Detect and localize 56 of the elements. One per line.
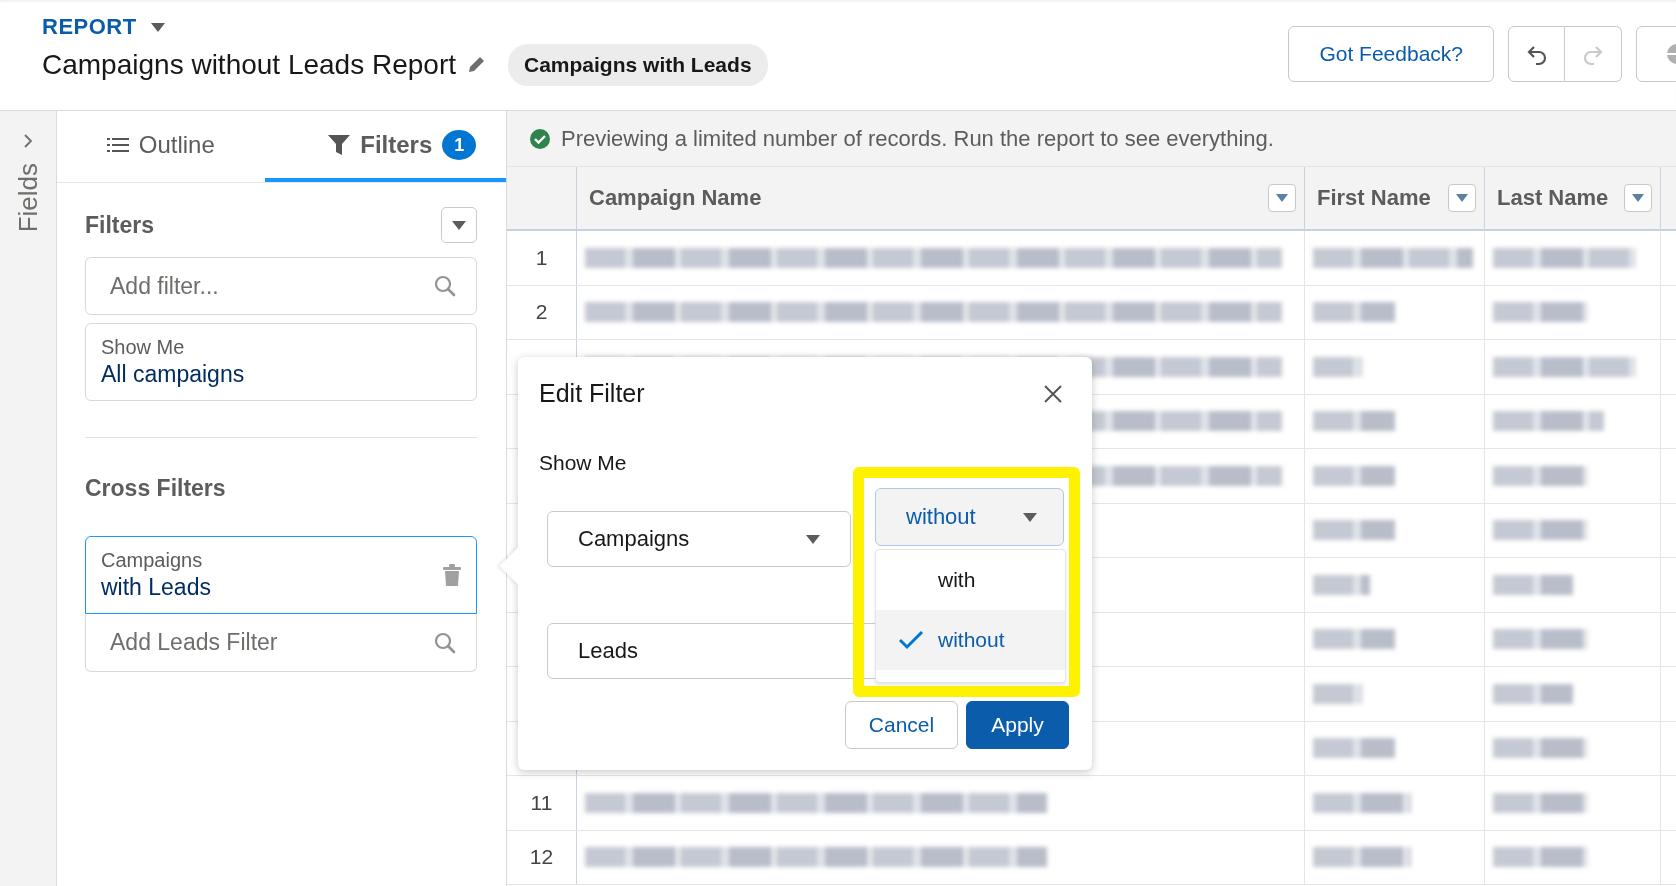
caret-icon xyxy=(1632,194,1644,202)
section-heading: Filters xyxy=(85,211,155,239)
checkmark-icon xyxy=(898,630,924,650)
caret-icon xyxy=(1456,194,1468,202)
success-check-icon xyxy=(529,127,551,150)
filter-value: with Leads xyxy=(101,574,211,601)
cross-filter-card[interactable]: Campaigns with Leads xyxy=(85,536,477,614)
column-header: First Name xyxy=(1317,185,1431,211)
funnel-icon xyxy=(328,133,351,156)
feedback-button[interactable]: Got Feedback? xyxy=(1288,26,1494,82)
cancel-button[interactable]: Cancel xyxy=(845,701,958,749)
caret-icon xyxy=(1276,194,1288,202)
filter-label: Campaigns xyxy=(101,549,204,572)
relation-select[interactable]: without xyxy=(875,488,1064,546)
search-field[interactable]: Add Leads Filter xyxy=(85,614,477,672)
report-title: Campaigns without Leads Report xyxy=(42,49,456,81)
column-menu-button[interactable] xyxy=(1268,184,1296,212)
close-icon xyxy=(1044,384,1062,403)
field-label: Show Me xyxy=(539,451,627,475)
list-icon xyxy=(106,136,129,153)
filter-label: Show Me xyxy=(101,336,186,359)
column-header: Campaign Name xyxy=(589,185,762,211)
column-header: Last Name xyxy=(1497,185,1609,211)
filter-card[interactable]: Show Me All campaigns xyxy=(85,323,477,401)
filters-menu-button[interactable] xyxy=(441,207,477,243)
menu-option[interactable]: with xyxy=(876,550,1065,610)
search-field[interactable]: Add filter... xyxy=(85,257,477,315)
menu-option[interactable]: without xyxy=(876,610,1065,670)
report-type-pill: Campaigns with Leads xyxy=(508,44,768,86)
fields-tab[interactable]: Fields xyxy=(12,163,44,233)
search-icon xyxy=(434,275,456,297)
filter-value: All campaigns xyxy=(101,361,246,388)
row-number: 11 xyxy=(530,790,553,815)
expand-button[interactable] xyxy=(23,133,33,149)
undo-button[interactable] xyxy=(1508,26,1565,82)
caret-icon xyxy=(806,534,820,544)
row-number: 1 xyxy=(535,245,548,270)
pencil-icon xyxy=(466,55,486,75)
count-badge: 1 xyxy=(442,129,477,160)
column-menu-button[interactable] xyxy=(1624,184,1652,212)
row-number: 2 xyxy=(535,300,548,325)
preview-notice: Previewing a limited number of records. Run the report to see everything. xyxy=(561,125,1274,152)
popover-title: Edit Filter xyxy=(539,379,645,408)
caret-icon xyxy=(452,220,466,230)
section-heading: Cross Filters xyxy=(85,474,226,502)
caret-icon xyxy=(1023,512,1037,522)
caret-icon xyxy=(150,22,165,32)
search-icon xyxy=(434,631,456,654)
column-menu-button[interactable] xyxy=(1448,184,1476,212)
apply-button[interactable]: Apply xyxy=(966,701,1069,749)
row-number: 12 xyxy=(529,845,554,870)
chevron-right-icon xyxy=(23,133,33,149)
object-select[interactable]: Campaigns xyxy=(547,511,851,567)
panel-tab[interactable]: Outline xyxy=(57,111,265,182)
trash-icon xyxy=(443,564,461,586)
report-type-label: REPORT xyxy=(42,14,137,40)
